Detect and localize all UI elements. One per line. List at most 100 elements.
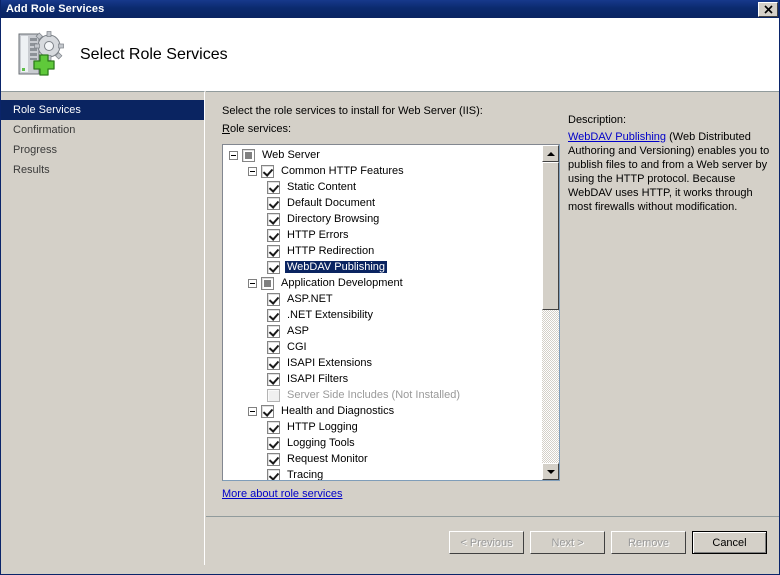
tree-row[interactable]: Default Document <box>223 195 543 211</box>
checkbox-unchecked <box>267 389 280 402</box>
page-title: Select Role Services <box>80 46 228 64</box>
description-text: (Web Distributed Authoring and Versionin… <box>568 131 769 213</box>
tree-row-label: HTTP Errors <box>285 229 351 241</box>
checkbox-checked[interactable] <box>261 405 274 418</box>
tree-row[interactable]: Common HTTP Features <box>223 163 543 179</box>
tree-row-label: ISAPI Filters <box>285 373 350 385</box>
collapse-expander-icon[interactable] <box>248 279 257 288</box>
window-title: Add Role Services <box>6 3 104 15</box>
arrow-down-glyph <box>547 470 555 474</box>
checkbox-indeterminate[interactable] <box>242 149 255 162</box>
collapse-expander-icon[interactable] <box>248 407 257 416</box>
tree-row-label: ASP <box>285 325 311 337</box>
add-role-services-icon <box>14 29 66 81</box>
sidebar-item-role-services[interactable]: Role Services <box>1 100 204 120</box>
tree-row-label: CGI <box>285 341 309 353</box>
tree-row-label: Common HTTP Features <box>279 165 406 177</box>
collapse-expander-icon[interactable] <box>229 151 238 160</box>
tree-rows: Web Server Common HTTP Features Static Con… <box>223 145 543 480</box>
more-about-role-services-link[interactable]: More about role services <box>222 488 342 500</box>
tree-row-label: .NET Extensibility <box>285 309 375 321</box>
tree-row-label: Health and Diagnostics <box>279 405 396 417</box>
checkbox-checked[interactable] <box>267 373 280 386</box>
tree-row[interactable]: Application Development <box>223 275 543 291</box>
checkbox-checked[interactable] <box>267 453 280 466</box>
tree-row[interactable]: Directory Browsing <box>223 211 543 227</box>
scroll-down-arrow-icon[interactable] <box>542 463 559 480</box>
tree-row-label: Directory Browsing <box>285 213 381 225</box>
checkbox-checked[interactable] <box>267 261 280 274</box>
checkbox-checked[interactable] <box>267 245 280 258</box>
add-role-services-dialog: Add Role Services <box>0 0 780 575</box>
checkbox-checked[interactable] <box>267 437 280 450</box>
tree-row-label: Request Monitor <box>285 453 370 465</box>
checkbox-checked[interactable] <box>267 357 280 370</box>
checkbox-checked[interactable] <box>261 165 274 178</box>
sidebar-item-progress[interactable]: Progress <box>1 140 204 160</box>
checkbox-indeterminate[interactable] <box>261 277 274 290</box>
tree-row[interactable]: Health and Diagnostics <box>223 403 543 419</box>
tree-row[interactable]: ISAPI Filters <box>223 371 543 387</box>
tree-row[interactable]: Request Monitor <box>223 451 543 467</box>
previous-button: < Previous <box>449 531 524 554</box>
tree-row[interactable]: WebDAV Publishing <box>223 259 543 275</box>
tree-row[interactable]: Server Side Includes (Not Installed) <box>223 387 543 403</box>
sidebar-item-results[interactable]: Results <box>1 160 204 180</box>
tree-row[interactable]: .NET Extensibility <box>223 307 543 323</box>
tree-row-label: HTTP Redirection <box>285 245 376 257</box>
tree-scrollbar[interactable] <box>542 145 559 480</box>
footer-button-group: < PreviousNext >RemoveCancel <box>449 531 767 554</box>
next-button: Next > <box>530 531 605 554</box>
main-content: Select the role services to install for … <box>206 91 780 515</box>
scrollbar-thumb[interactable] <box>542 162 559 310</box>
checkbox-checked[interactable] <box>267 197 280 210</box>
checkbox-checked[interactable] <box>267 229 280 242</box>
wizard-steps-sidebar: Role ServicesConfirmationProgressResults <box>1 91 205 565</box>
tree-row[interactable]: Static Content <box>223 179 543 195</box>
tree-row[interactable]: HTTP Errors <box>223 227 543 243</box>
tree-row-label: Logging Tools <box>285 437 357 449</box>
checkbox-checked[interactable] <box>267 181 280 194</box>
cancel-button[interactable]: Cancel <box>692 531 767 554</box>
collapse-expander-icon[interactable] <box>248 167 257 176</box>
tree-row[interactable]: ASP.NET <box>223 291 543 307</box>
tree-row-label: Tracing <box>285 469 325 480</box>
tree-row[interactable]: CGI <box>223 339 543 355</box>
description-panel: Description: WebDAV Publishing (Web Dist… <box>568 114 773 214</box>
tree-row-label: HTTP Logging <box>285 421 360 433</box>
checkbox-checked[interactable] <box>267 325 280 338</box>
tree-row-label: Web Server <box>260 149 322 161</box>
role-services-tree[interactable]: Web Server Common HTTP Features Static Con… <box>222 144 560 481</box>
window-bottom-edge <box>1 569 780 574</box>
tree-row-label: Static Content <box>285 181 358 193</box>
instruction-text: Select the role services to install for … <box>222 105 483 117</box>
close-icon[interactable] <box>758 2 778 17</box>
scroll-up-arrow-icon[interactable] <box>542 145 559 162</box>
description-link[interactable]: WebDAV Publishing <box>568 131 666 143</box>
tree-row[interactable]: ASP <box>223 323 543 339</box>
tree-row[interactable]: HTTP Redirection <box>223 243 543 259</box>
wizard-steps-list: Role ServicesConfirmationProgressResults <box>1 92 204 180</box>
tree-row-label: WebDAV Publishing <box>285 261 387 273</box>
tree-row-label: Server Side Includes (Not Installed) <box>285 389 462 401</box>
tree-row[interactable]: Tracing <box>223 467 543 480</box>
checkbox-checked[interactable] <box>267 309 280 322</box>
tree-row[interactable]: ISAPI Extensions <box>223 355 543 371</box>
page-header: Select Role Services <box>1 18 780 91</box>
tree-row[interactable]: Logging Tools <box>223 435 543 451</box>
tree-row-label: Default Document <box>285 197 377 209</box>
checkbox-checked[interactable] <box>267 341 280 354</box>
checkbox-checked[interactable] <box>267 213 280 226</box>
arrow-up-glyph <box>547 152 555 156</box>
role-services-label: Role services: <box>222 123 291 135</box>
sidebar-item-confirmation[interactable]: Confirmation <box>1 120 204 140</box>
description-body: WebDAV Publishing (Web Distributed Autho… <box>568 130 773 214</box>
title-bar: Add Role Services <box>1 0 780 18</box>
checkbox-checked[interactable] <box>267 421 280 434</box>
checkbox-checked[interactable] <box>267 469 280 481</box>
tree-row[interactable]: HTTP Logging <box>223 419 543 435</box>
tree-row[interactable]: Web Server <box>223 147 543 163</box>
tree-row-label: ASP.NET <box>285 293 335 305</box>
checkbox-checked[interactable] <box>267 293 280 306</box>
tree-row-label: Application Development <box>279 277 405 289</box>
